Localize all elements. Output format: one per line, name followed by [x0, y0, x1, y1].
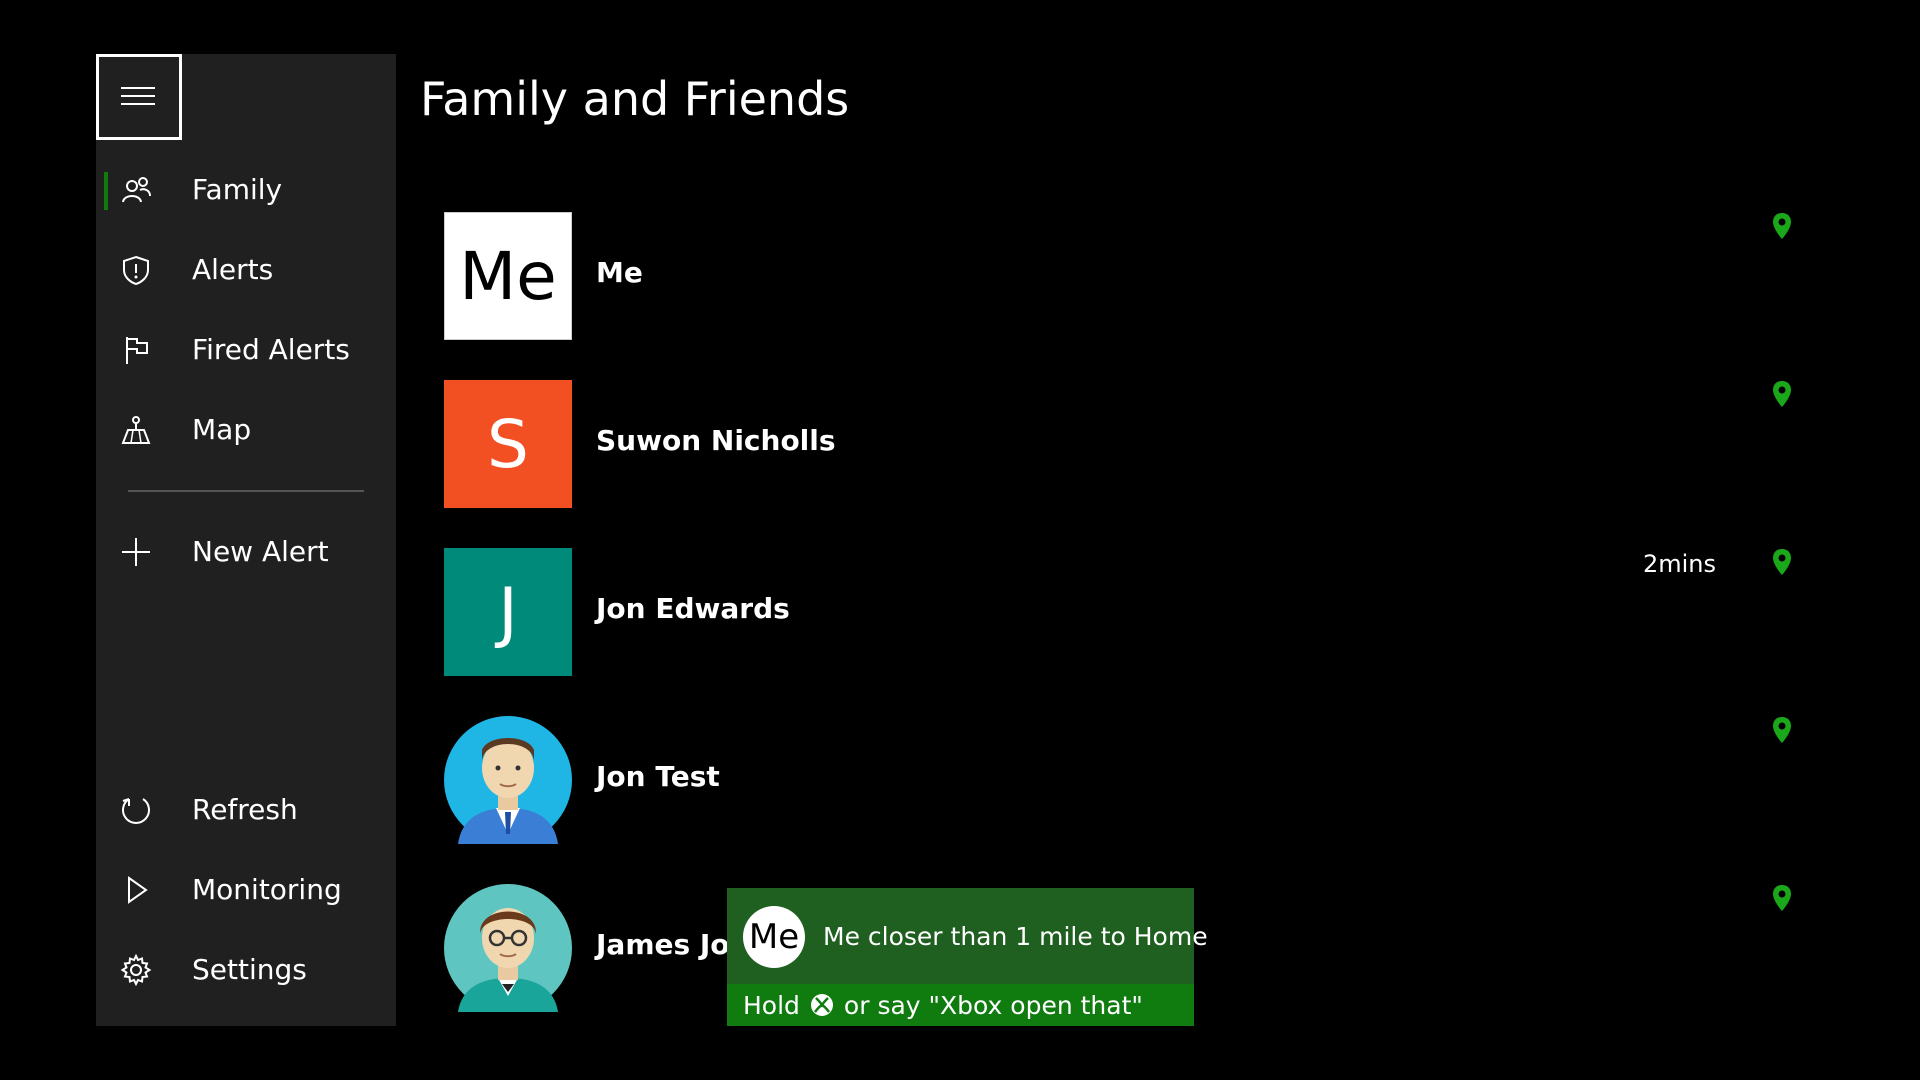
selection-indicator — [104, 172, 108, 210]
toast-hint-prefix: Hold — [743, 990, 800, 1020]
nav-label-family: Family — [192, 173, 283, 206]
nav-item-new-alert[interactable]: New Alert — [96, 520, 396, 584]
last-seen-time: 2mins — [1642, 550, 1716, 578]
nav-label-fired-alerts: Fired Alerts — [192, 333, 350, 366]
nav-label-map: Map — [192, 413, 252, 446]
menu-button[interactable] — [96, 54, 182, 140]
location-pin-icon[interactable] — [1772, 884, 1792, 912]
shield-icon — [123, 255, 149, 286]
nav-item-refresh[interactable]: Refresh — [96, 778, 396, 842]
member-row-me[interactable]: Me Me — [444, 212, 1804, 340]
location-pin-icon[interactable] — [1772, 548, 1792, 576]
toast-message: Me closer than 1 mile to Home — [823, 922, 1208, 951]
map-icon — [121, 416, 151, 444]
nav-item-map[interactable]: Map — [96, 398, 396, 462]
avatar-man-glasses — [444, 884, 572, 1012]
nav-item-alerts[interactable]: Alerts — [96, 238, 396, 302]
location-pin-icon[interactable] — [1772, 716, 1792, 744]
nav-item-fired-alerts[interactable]: Fired Alerts — [96, 318, 396, 382]
toast-body: Me Me closer than 1 mile to Home — [727, 888, 1208, 984]
nav-item-monitoring[interactable]: Monitoring — [96, 858, 396, 922]
flag-icon — [126, 337, 148, 364]
nav-label-monitoring: Monitoring — [192, 873, 342, 906]
avatar: Me — [444, 212, 572, 340]
hamburger-icon — [121, 87, 155, 107]
member-name: Suwon Nicholls — [596, 424, 836, 457]
family-icon — [122, 177, 151, 203]
member-row-jon-test[interactable]: Jon Test — [444, 716, 1804, 844]
plus-icon — [122, 538, 150, 566]
refresh-icon — [122, 798, 150, 824]
nav-label-new-alert: New Alert — [192, 535, 329, 568]
play-icon — [128, 876, 148, 904]
avatar: J — [444, 548, 572, 676]
notification-toast[interactable]: Me Me closer than 1 mile to Home Hold or… — [727, 888, 1208, 1026]
nav-divider — [128, 490, 364, 492]
nav-pane: Family Alerts Fired Alerts Map New Alert… — [96, 54, 396, 1026]
toast-avatar: Me — [743, 906, 805, 968]
nav-item-settings[interactable]: Settings — [96, 938, 396, 1002]
location-pin-icon[interactable] — [1772, 212, 1792, 240]
member-name: Jon Edwards — [596, 592, 790, 625]
toast-hint: Hold or say "Xbox open that" — [727, 984, 1194, 1026]
member-name: Me — [596, 256, 643, 289]
gear-icon — [120, 954, 152, 986]
page-title: Family and Friends — [420, 72, 850, 126]
member-row-suwon[interactable]: S Suwon Nicholls — [444, 380, 1804, 508]
toast-hint-suffix: or say "Xbox open that" — [843, 990, 1143, 1020]
nav-label-settings: Settings — [192, 953, 307, 986]
location-pin-icon[interactable] — [1772, 380, 1792, 408]
member-row-jon-edwards[interactable]: J Jon Edwards 2mins — [444, 548, 1804, 676]
avatar: S — [444, 380, 572, 508]
xbox-button-icon — [810, 994, 833, 1016]
avatar-man-suit — [444, 716, 572, 844]
nav-item-family[interactable]: Family — [96, 158, 396, 222]
nav-label-alerts: Alerts — [192, 253, 274, 286]
nav-label-refresh: Refresh — [192, 793, 298, 826]
member-name: Jon Test — [596, 760, 720, 793]
